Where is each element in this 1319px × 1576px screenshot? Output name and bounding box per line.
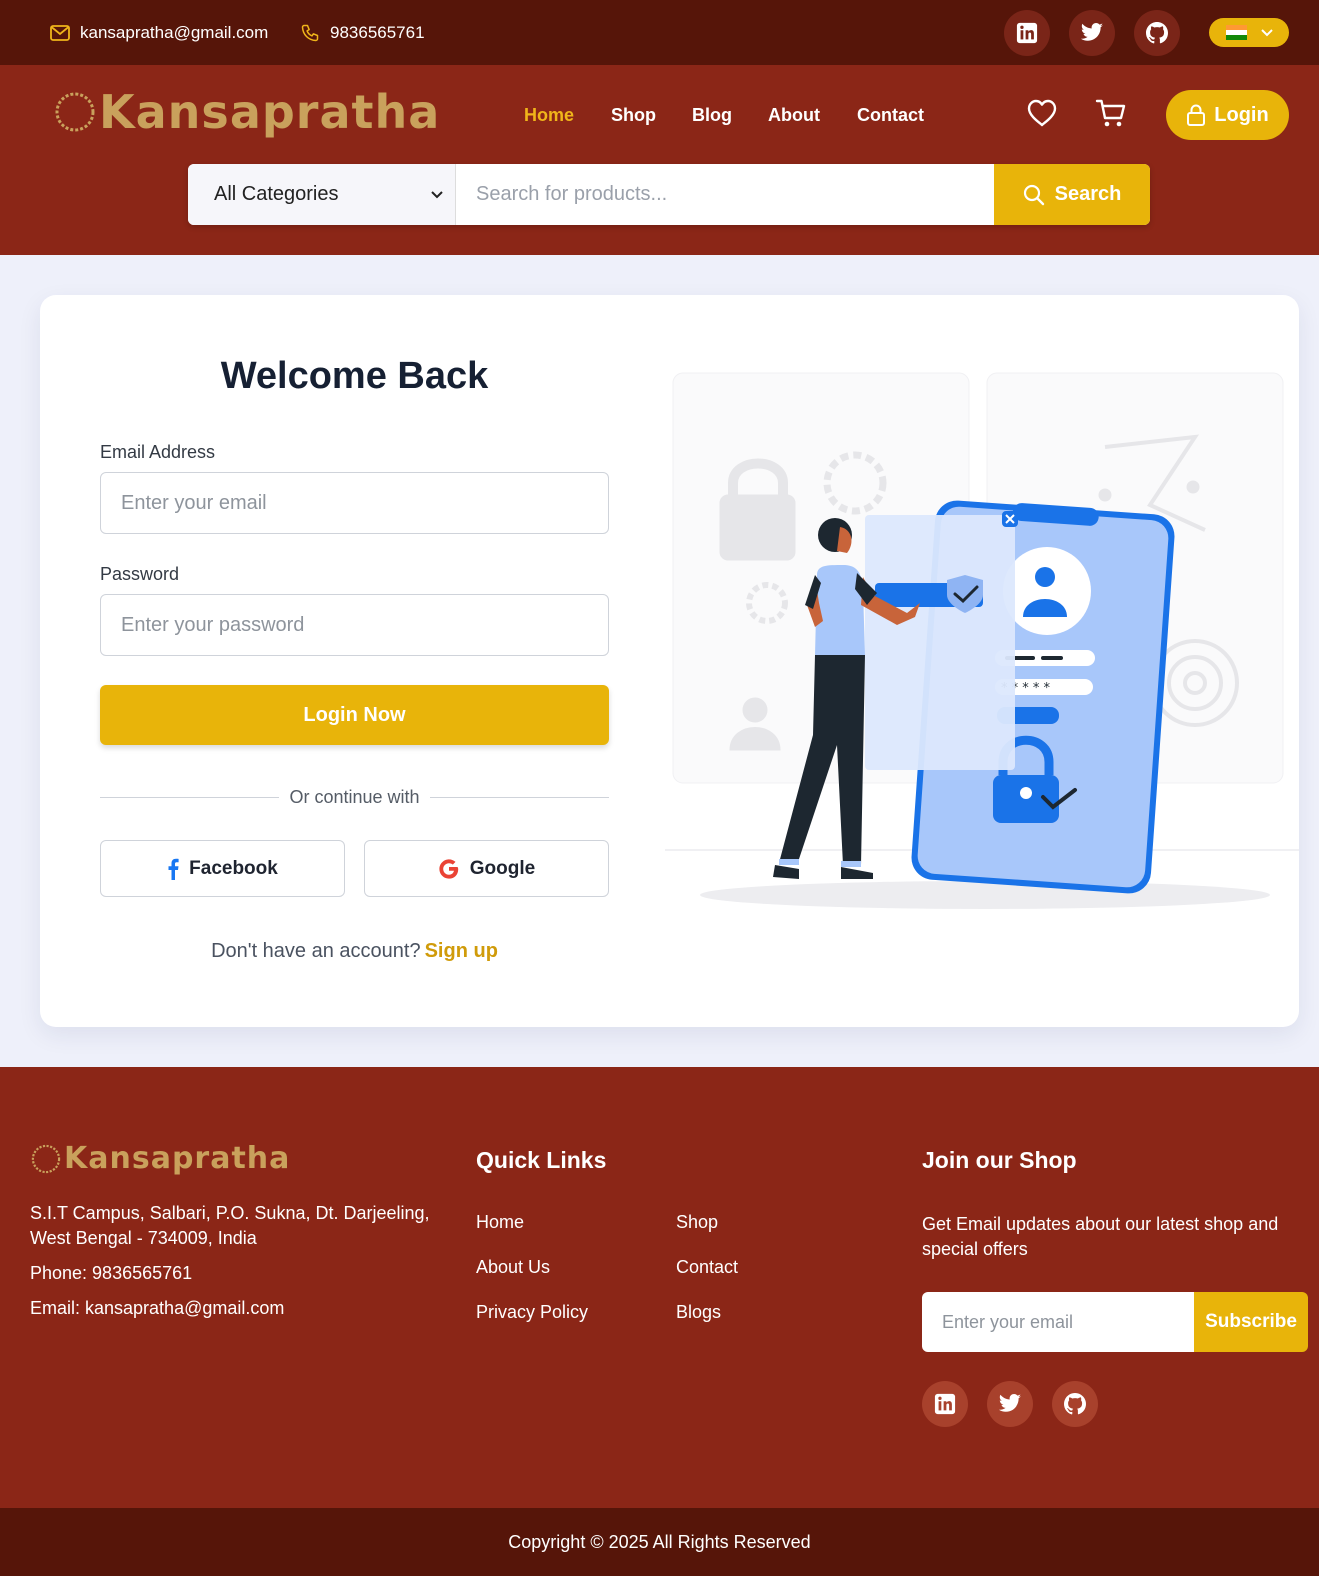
password-label: Password	[100, 564, 180, 584]
join-shop-text: Get Email updates about our latest shop …	[922, 1214, 1279, 1259]
facebook-login-button[interactable]: Facebook	[100, 840, 345, 897]
login-title: Welcome Back	[220, 355, 489, 397]
twitter-icon	[998, 1394, 1021, 1412]
facebook-label: Facebook	[189, 857, 278, 879]
footer-logo-text: Kansapratha	[64, 1141, 291, 1176]
phone-icon	[301, 24, 319, 42]
footer-link-blogs[interactable]: Blogs	[676, 1302, 721, 1323]
cart-button[interactable]	[1095, 97, 1127, 129]
heart-icon	[1027, 99, 1057, 127]
search-input[interactable]	[456, 164, 994, 225]
copyright-bar: Copyright © 2025 All Rights Reserved	[0, 1508, 1319, 1576]
wishlist-button[interactable]	[1026, 97, 1058, 129]
footer-twitter-link[interactable]	[987, 1381, 1033, 1427]
footer-address-line2: West Bengal - 734009, India	[30, 1228, 257, 1248]
email-label: Email Address	[100, 442, 216, 462]
lock-icon	[1187, 104, 1206, 126]
footer-phone: Phone: 9836565761	[30, 1263, 193, 1283]
category-select[interactable]: All Categories	[188, 164, 456, 225]
linkedin-icon	[1016, 22, 1038, 44]
google-login-button[interactable]: Google	[364, 840, 609, 897]
subscribe-form: Subscribe	[922, 1292, 1308, 1352]
logo-ring-icon	[31, 1144, 61, 1173]
nav-home[interactable]: Home	[524, 105, 574, 126]
site-logo-text: Kansapratha	[99, 85, 441, 139]
top-bar: kansapratha@gmail.com 9836565761	[0, 0, 1319, 65]
divider-line	[100, 796, 280, 798]
signup-prompt: Don't have an account? Sign up	[100, 940, 609, 963]
chevron-down-icon	[1260, 28, 1273, 36]
signup-link[interactable]: Sign up	[425, 940, 498, 962]
divider-text: Or continue with	[289, 786, 420, 807]
nav-shop[interactable]: Shop	[611, 105, 656, 126]
site-footer: Kansapratha S.I.T Campus, Salbari, P.O. …	[0, 1067, 1319, 1508]
logo-ring-icon	[55, 92, 95, 132]
footer-github-link[interactable]	[1052, 1381, 1098, 1427]
header-login-label: Login	[1214, 103, 1269, 126]
contact-phone-text: 9836565761	[330, 23, 425, 42]
search-bar: All Categories Search	[188, 164, 1150, 225]
linkedin-link[interactable]	[1004, 10, 1050, 56]
contact-email[interactable]: kansapratha@gmail.com	[50, 22, 268, 44]
mail-icon	[50, 25, 70, 41]
header-login-button[interactable]: Login	[1166, 90, 1289, 140]
or-divider: Or continue with	[100, 785, 609, 809]
footer-linkedin-link[interactable]	[922, 1381, 968, 1427]
nav-blog[interactable]: Blog	[692, 105, 732, 126]
twitter-icon	[1080, 23, 1103, 41]
footer-link-contact[interactable]: Contact	[676, 1257, 738, 1278]
login-card: Welcome Back Email Address Password Logi…	[40, 295, 1299, 1027]
cart-icon	[1095, 99, 1126, 127]
footer-link-home[interactable]: Home	[476, 1212, 524, 1233]
linkedin-icon	[934, 1393, 956, 1415]
main-header: Kansapratha Home Shop Blog About Contact…	[0, 65, 1319, 255]
google-icon	[439, 858, 458, 879]
github-icon	[1064, 1393, 1086, 1415]
nav-contact[interactable]: Contact	[857, 105, 924, 126]
search-button-label: Search	[1054, 183, 1122, 205]
footer-link-shop[interactable]: Shop	[676, 1212, 718, 1233]
footer-email: Email: kansapratha@gmail.com	[30, 1298, 285, 1318]
category-select-value: All Categories	[214, 183, 339, 205]
facebook-icon	[168, 858, 179, 880]
join-shop-title: Join our Shop	[922, 1147, 1077, 1173]
chevron-down-icon	[431, 190, 443, 198]
divider-line	[429, 796, 609, 798]
language-selector[interactable]	[1209, 18, 1289, 47]
contact-phone[interactable]: 9836565761	[300, 22, 425, 44]
india-flag-icon	[1225, 25, 1247, 40]
google-label: Google	[469, 857, 536, 879]
github-icon	[1146, 22, 1168, 44]
footer-address-line1: S.I.T Campus, Salbari, P.O. Sukna, Dt. D…	[30, 1203, 430, 1223]
github-link[interactable]	[1134, 10, 1180, 56]
footer-logo[interactable]: Kansapratha	[30, 1141, 290, 1176]
login-now-button[interactable]: Login Now	[100, 685, 609, 745]
twitter-link[interactable]	[1069, 10, 1115, 56]
copyright-text: Copyright © 2025 All Rights Reserved	[508, 1531, 811, 1552]
subscribe-button[interactable]: Subscribe	[1194, 1292, 1308, 1352]
footer-link-about[interactable]: About Us	[476, 1257, 550, 1278]
subscribe-email-input[interactable]	[922, 1292, 1194, 1352]
search-button[interactable]: Search	[994, 164, 1150, 225]
quick-links-title: Quick Links	[476, 1147, 607, 1173]
nav-about[interactable]: About	[768, 105, 820, 126]
footer-link-privacy[interactable]: Privacy Policy	[476, 1302, 588, 1323]
search-icon	[1023, 184, 1044, 205]
contact-email-text: kansapratha@gmail.com	[80, 23, 269, 42]
signup-prompt-text: Don't have an account?	[211, 940, 421, 962]
email-field[interactable]	[100, 472, 609, 534]
password-field[interactable]	[100, 594, 609, 656]
login-illustration: * * * * *	[665, 372, 1299, 909]
site-logo[interactable]: Kansapratha	[53, 85, 440, 139]
